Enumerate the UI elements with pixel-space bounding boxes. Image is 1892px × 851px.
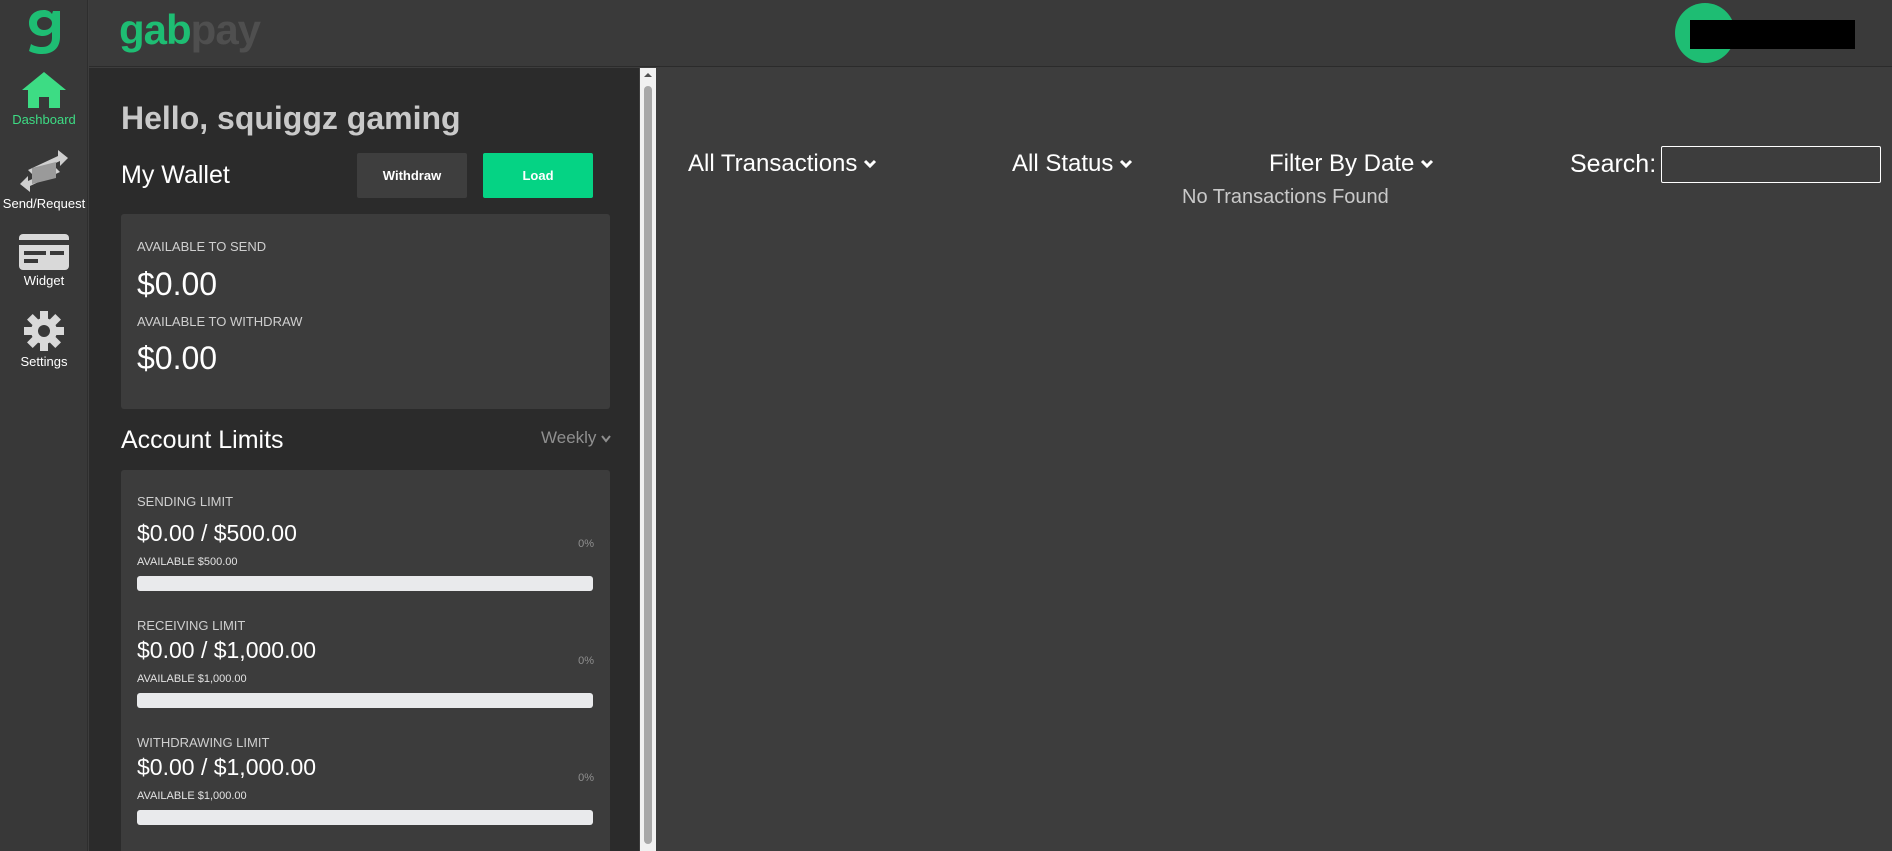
sidebar-item-send-request[interactable]: Send/Request (0, 148, 88, 211)
brand-logo[interactable]: gabpay (119, 6, 261, 54)
sidebar-item-label: Settings (20, 354, 68, 369)
limit-available: AVAILABLE $1,000.00 (137, 790, 247, 802)
limit-percent: 0% (578, 538, 594, 550)
limit-period-dropdown[interactable]: Weekly (541, 428, 611, 448)
transaction-type-dropdown[interactable]: All Transactions (688, 150, 877, 178)
status-filter-dropdown[interactable]: All Status (1012, 150, 1133, 178)
account-limits-title: Account Limits (121, 426, 284, 454)
limit-available: AVAILABLE $500.00 (137, 556, 238, 568)
scrollbar-thumb[interactable] (644, 86, 652, 844)
widget-card-icon (19, 234, 69, 270)
home-icon (22, 72, 66, 108)
limit-caption: SENDING LIMIT (137, 494, 234, 509)
chevron-down-icon (864, 159, 877, 169)
sidebar-item-settings[interactable]: Settings (0, 310, 88, 369)
withdraw-button[interactable]: Withdraw (357, 153, 467, 198)
wallet-panel: Hello, squiggz gaming My Wallet Withdraw… (89, 68, 639, 851)
sidebar-item-label: Widget (23, 273, 65, 288)
limit-percent: 0% (578, 772, 594, 784)
sidebar-item-label: Dashboard (12, 112, 76, 127)
limit-available: AVAILABLE $1,000.00 (137, 673, 247, 685)
send-request-icon (20, 150, 68, 192)
limit-percent: 0% (578, 655, 594, 667)
sidebar-item-widget[interactable]: Widget (0, 233, 88, 288)
limit-caption: WITHDRAWING LIMIT (137, 735, 270, 750)
chevron-down-icon (601, 435, 611, 443)
limit-progress-bar (137, 576, 593, 591)
available-to-withdraw-amount: $0.00 (137, 340, 218, 376)
empty-state-message: No Transactions Found (1182, 186, 1389, 208)
limit-progress-bar (137, 810, 593, 825)
available-to-withdraw-label: AVAILABLE TO WITHDRAW (137, 314, 303, 329)
nav-rail: Dashboard Send/Request Widget Settings (0, 0, 88, 851)
scroll-up-arrow-icon[interactable] (643, 70, 653, 80)
available-to-send-amount: $0.00 (137, 266, 218, 302)
wallet-title: My Wallet (121, 161, 230, 189)
limit-amount: $0.00 / $1,000.00 (137, 754, 317, 780)
search-label: Search: (1570, 150, 1657, 178)
redacted-username (1690, 20, 1855, 49)
chevron-down-icon (1421, 159, 1434, 169)
date-filter-dropdown[interactable]: Filter By Date (1269, 150, 1434, 178)
gear-icon (24, 311, 64, 351)
limit-amount: $0.00 / $500.00 (137, 520, 297, 546)
sidebar-item-dashboard[interactable]: Dashboard (0, 70, 88, 127)
available-to-send-label: AVAILABLE TO SEND (137, 239, 267, 254)
limit-caption: RECEIVING LIMIT (137, 618, 246, 633)
limit-progress-bar (137, 693, 593, 708)
chevron-down-icon (1120, 159, 1133, 169)
account-limits-card: SENDING LIMIT $0.00 / $500.00 0% AVAILAB… (121, 470, 610, 851)
sidebar-item-label: Send/Request (2, 196, 86, 211)
limit-amount: $0.00 / $1,000.00 (137, 637, 317, 663)
gab-logo-icon[interactable] (24, 4, 64, 56)
wallet-balance-card: AVAILABLE TO SEND $0.00 AVAILABLE TO WIT… (121, 214, 610, 409)
load-button[interactable]: Load (483, 153, 593, 198)
page-title: Hello, squiggz gaming (121, 100, 461, 136)
top-bar: gabpay (89, 0, 1892, 67)
search-input[interactable] (1661, 146, 1881, 183)
